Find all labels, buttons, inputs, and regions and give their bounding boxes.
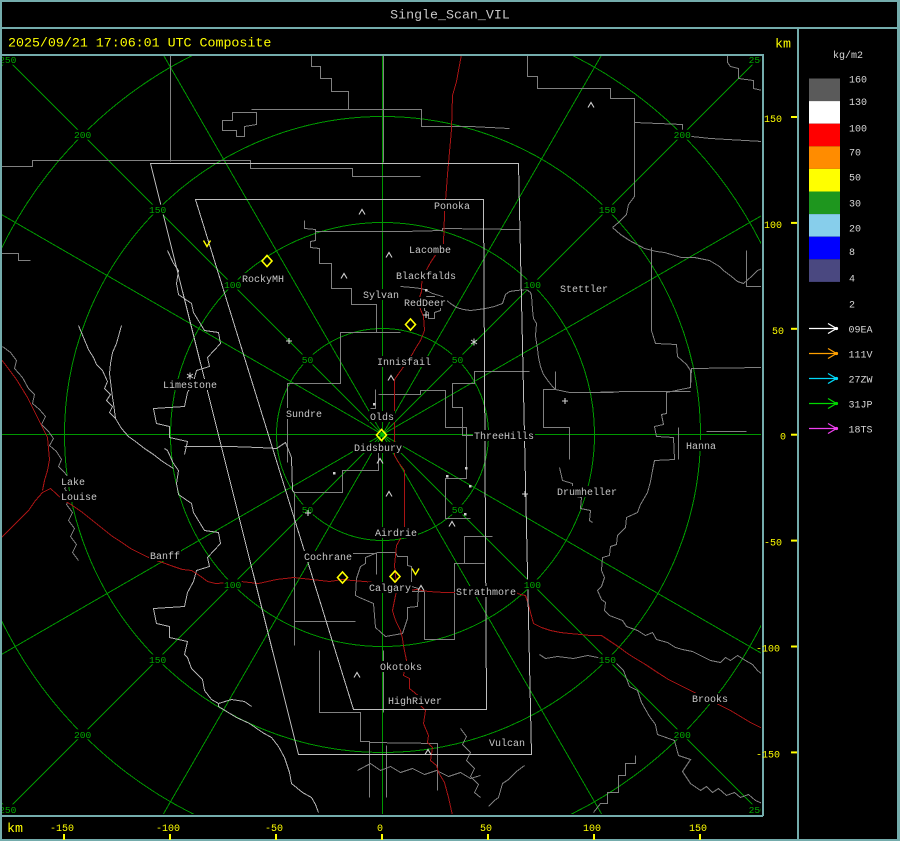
svg-text:Stettler: Stettler (560, 284, 608, 296)
svg-text:-100: -100 (756, 645, 780, 656)
svg-text:Sylvan: Sylvan (363, 290, 399, 302)
svg-text:100: 100 (224, 580, 242, 591)
svg-text:150: 150 (599, 205, 617, 216)
svg-text:RedDeer: RedDeer (404, 298, 446, 310)
svg-text:Innisfail: Innisfail (377, 357, 431, 369)
svg-text:20: 20 (849, 225, 861, 236)
svg-text:ThreeHills: ThreeHills (474, 431, 534, 443)
svg-text:Olds: Olds (370, 412, 394, 424)
svg-text:0: 0 (780, 433, 786, 444)
svg-text:50: 50 (772, 327, 784, 338)
svg-text:150: 150 (149, 205, 167, 216)
svg-text:100: 100 (224, 280, 242, 291)
svg-text:kg/m2: kg/m2 (833, 50, 863, 62)
svg-text:-50: -50 (265, 824, 283, 835)
svg-text:111V: 111V (849, 351, 873, 362)
svg-text:09EA: 09EA (849, 326, 873, 337)
svg-text:50: 50 (452, 505, 464, 516)
svg-text:50: 50 (849, 174, 861, 185)
svg-text:Sundre: Sundre (286, 409, 322, 421)
svg-text:150: 150 (689, 824, 707, 835)
svg-text:Cochrane: Cochrane (304, 552, 352, 564)
svg-text:-50: -50 (764, 539, 782, 550)
svg-text:160: 160 (849, 76, 867, 87)
svg-text:130: 130 (849, 98, 867, 109)
svg-text:4: 4 (849, 275, 855, 286)
svg-text:100: 100 (524, 280, 542, 291)
svg-text:2025/09/21 17:06:01 UTC Compos: 2025/09/21 17:06:01 UTC Composite (8, 36, 271, 51)
svg-text:50: 50 (452, 355, 464, 366)
svg-text:150: 150 (149, 655, 167, 666)
svg-text:Limestone: Limestone (163, 380, 217, 392)
svg-text:Lake: Lake (61, 477, 85, 489)
svg-text:100: 100 (764, 221, 782, 232)
svg-text:Brooks: Brooks (692, 694, 728, 706)
svg-text:Calgary: Calgary (369, 583, 411, 595)
svg-text:250: 250 (0, 55, 17, 66)
svg-text:Ponoka: Ponoka (434, 201, 470, 213)
svg-text:200: 200 (674, 130, 692, 141)
svg-text:100: 100 (524, 580, 542, 591)
svg-text:18TS: 18TS (849, 426, 873, 437)
svg-text:100: 100 (849, 125, 867, 136)
svg-text:-100: -100 (156, 824, 180, 835)
svg-text:150: 150 (764, 115, 782, 126)
svg-text:150: 150 (599, 655, 617, 666)
svg-text:30: 30 (849, 200, 861, 211)
svg-text:Drumheller: Drumheller (557, 487, 617, 499)
svg-text:8: 8 (849, 248, 855, 259)
svg-text:Banff: Banff (150, 551, 180, 563)
svg-text:Strathmore: Strathmore (456, 587, 516, 599)
svg-text:-150: -150 (50, 824, 74, 835)
svg-text:-150: -150 (756, 750, 780, 761)
svg-text:Okotoks: Okotoks (380, 662, 422, 674)
svg-text:70: 70 (849, 149, 861, 160)
svg-text:Airdrie: Airdrie (375, 528, 417, 540)
svg-text:Single_Scan_VIL: Single_Scan_VIL (390, 8, 510, 23)
svg-text:50: 50 (480, 824, 492, 835)
svg-text:km: km (775, 37, 791, 52)
svg-text:HighRiver: HighRiver (388, 696, 442, 708)
svg-text:Hanna: Hanna (686, 442, 716, 453)
svg-text:Vulcan: Vulcan (489, 738, 525, 750)
svg-text:2: 2 (849, 301, 855, 312)
svg-text:Didsbury: Didsbury (354, 443, 402, 455)
svg-text:200: 200 (674, 730, 692, 741)
svg-text:Louise: Louise (61, 492, 97, 504)
svg-text:50: 50 (302, 355, 314, 366)
svg-text:0: 0 (377, 824, 383, 835)
svg-text:250: 250 (0, 805, 17, 816)
svg-text:Blackfalds: Blackfalds (396, 271, 456, 283)
svg-text:Lacombe: Lacombe (409, 245, 451, 257)
svg-text:RockyMH: RockyMH (242, 274, 284, 286)
svg-text:200: 200 (74, 730, 92, 741)
svg-text:31JP: 31JP (849, 401, 873, 412)
svg-text:100: 100 (583, 824, 601, 835)
svg-text:27ZW: 27ZW (849, 376, 873, 387)
svg-text:200: 200 (74, 130, 92, 141)
svg-text:km: km (7, 821, 23, 836)
